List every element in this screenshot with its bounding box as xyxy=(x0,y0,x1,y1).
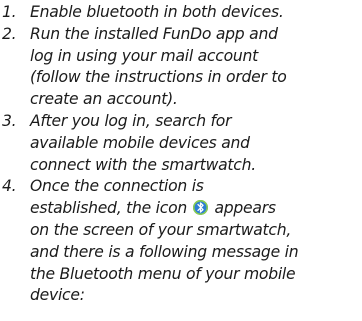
bluetooth-icon xyxy=(192,200,208,216)
step-text-line: After you log in, search for xyxy=(30,111,232,130)
step-text-line: the Bluetooth menu of your mobile xyxy=(30,264,296,283)
step-text-line: create an account). xyxy=(30,90,178,109)
step-2: 2. Run the installed FunDo app and log i… xyxy=(0,24,362,111)
step-text-line-with-icon: established, the icon appears xyxy=(30,198,362,220)
step-text-fragment: established, the icon xyxy=(30,199,187,218)
instruction-list: 1. Enable bluetooth in both devices. 2. … xyxy=(0,2,362,307)
step-number: 2. xyxy=(2,24,17,43)
step-text-line: available mobile devices and xyxy=(30,133,250,152)
step-text-line: device: xyxy=(30,286,85,305)
step-text-line: and there is a following message in xyxy=(30,242,299,261)
step-text-line: log in using your mail account xyxy=(30,46,258,65)
step-text-line: on the screen of your smartwatch, xyxy=(30,220,292,239)
step-4: 4. Once the connection is established, t… xyxy=(0,176,362,307)
step-number: 4. xyxy=(2,177,17,196)
step-number: 3. xyxy=(2,111,17,130)
step-number: 1. xyxy=(2,3,17,21)
step-3: 3. After you log in, search for availabl… xyxy=(0,111,362,176)
step-text-line: (follow the instructions in order to xyxy=(30,68,287,87)
step-1: 1. Enable bluetooth in both devices. xyxy=(0,2,362,24)
step-text-line: Once the connection is xyxy=(30,177,204,196)
step-text-line: Run the installed FunDo app and xyxy=(30,24,278,43)
step-text-line: connect with the smartwatch. xyxy=(30,155,256,174)
step-text-fragment: appears xyxy=(214,199,276,218)
step-text-line: Enable bluetooth in both devices. xyxy=(30,3,284,21)
